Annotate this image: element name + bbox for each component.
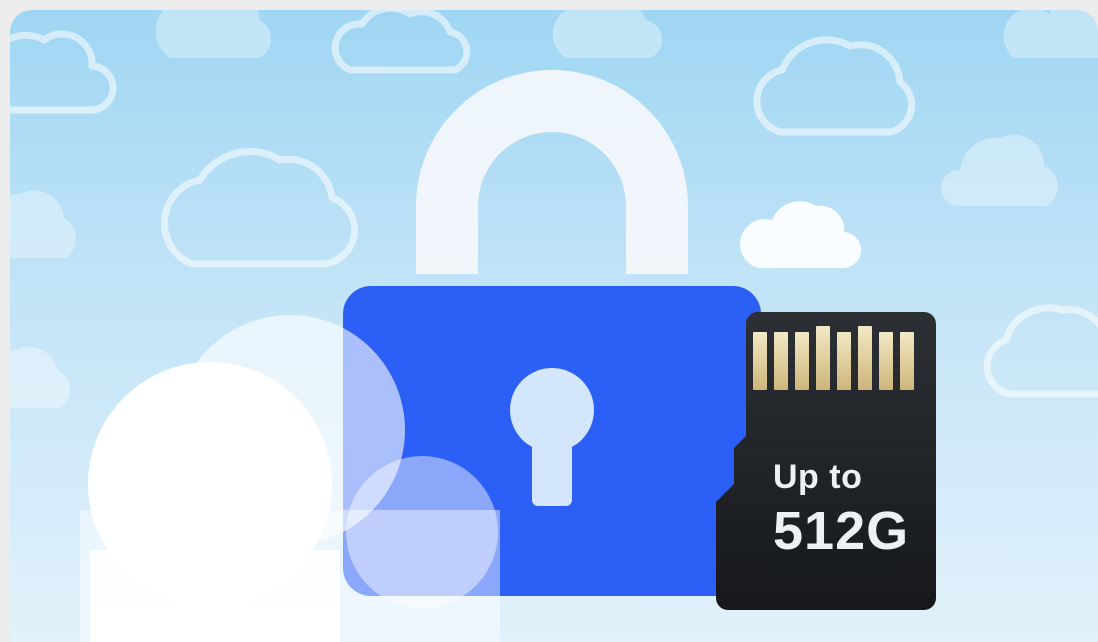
cloud-icon <box>155 10 271 58</box>
cloud-icon <box>940 134 1058 206</box>
cloud-icon <box>160 148 359 268</box>
cloud-icon <box>331 10 471 74</box>
sd-card-capacity-label: Up to 512G <box>773 460 943 558</box>
capacity-prefix: Up to <box>773 458 863 496</box>
cloud-icon <box>552 10 663 58</box>
cloud-icon <box>10 190 76 258</box>
illustration-card: Up to 512G <box>10 10 1098 642</box>
padlock-shackle <box>416 70 688 274</box>
cloud-icon <box>10 347 70 408</box>
capacity-value: 512G <box>773 501 910 561</box>
cloud-icon <box>983 304 1098 398</box>
cloud-icon <box>1003 10 1098 58</box>
cloud-icon <box>740 201 862 269</box>
cloud-icon <box>10 30 117 114</box>
cloud-icon <box>753 36 916 136</box>
